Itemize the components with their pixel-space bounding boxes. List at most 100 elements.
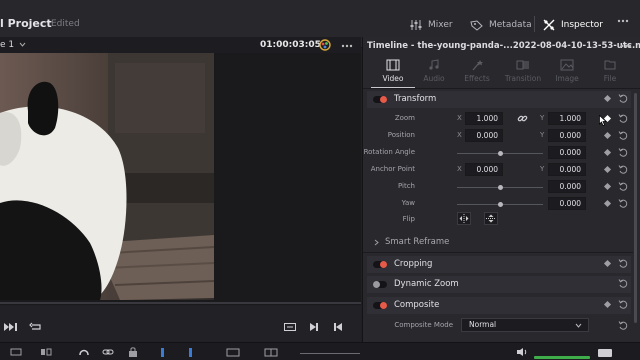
slider-thumb[interactable] [498,202,503,207]
reset-icon[interactable] [618,147,629,158]
timecode: 01:00:03:05 [260,40,321,50]
previous-frame-icon[interactable] [333,322,343,332]
keyframe-icon[interactable] [603,259,612,268]
edited-status: Edited [51,19,80,29]
transition-icon [516,60,529,70]
yaw-label: Yaw [401,199,415,207]
flag-icon[interactable] [160,347,170,357]
tab-label: Video [382,74,404,83]
tag-icon [470,19,483,31]
play-forward-icon[interactable] [4,322,18,332]
reset-icon[interactable] [618,93,629,104]
metadata-button[interactable]: Metadata [470,16,532,34]
marker-icon[interactable] [188,347,198,357]
composite-mode-row: Composite Mode Normal [367,318,631,334]
playhead-scrubber[interactable] [0,302,361,304]
lock-icon[interactable] [128,347,138,357]
speaker-icon[interactable] [516,347,528,357]
rotation-label: Rotation Angle [363,148,415,156]
reset-icon[interactable] [618,181,629,192]
zoom-y-field[interactable]: 1.000 [548,112,586,125]
view-options-icon[interactable] [264,347,278,357]
meter-toggle[interactable] [598,349,612,357]
composite-enable-toggle[interactable] [373,302,387,309]
selection-icon[interactable] [10,347,22,357]
mixer-button[interactable]: Mixer [410,16,453,34]
next-frame-icon[interactable] [309,322,319,332]
yaw-field[interactable]: 0.000 [548,197,586,210]
view-icon[interactable] [226,347,240,357]
reset-icon[interactable] [618,164,629,175]
cropping-enable-toggle[interactable] [373,261,387,268]
tab-image[interactable]: Image [545,57,589,87]
inspector-button[interactable]: Inspector [543,16,603,34]
flip-horizontal-icon [459,214,469,223]
keyframe-icon[interactable] [603,165,612,174]
reset-icon[interactable] [618,130,629,141]
anchor-x-field[interactable]: 0.000 [465,163,503,176]
axis-x-label: X [457,165,462,173]
reset-icon[interactable] [618,299,629,310]
keyframe-icon[interactable] [603,131,612,140]
transform-enable-toggle[interactable] [373,96,387,103]
reset-icon[interactable] [618,278,629,289]
reset-icon[interactable] [618,320,629,331]
keyframe-icon[interactable] [603,199,612,208]
rotation-row: Rotation Angle 0.000 [363,145,631,161]
video-viewer[interactable] [0,53,361,305]
more-options-icon[interactable] [620,44,632,48]
keyframe-icon[interactable] [603,94,612,103]
position-x-field[interactable]: 0.000 [465,129,503,142]
slider-thumb[interactable] [498,185,503,190]
section-title: Composite [394,300,440,310]
rotation-slider[interactable] [457,151,543,156]
inspector-panel: Timeline - the-young-panda-...2022-08-04… [362,37,640,360]
reset-icon[interactable] [618,258,629,269]
composite-section-header[interactable]: Composite [367,297,631,314]
match-frame-icon[interactable] [283,322,297,332]
zoom-slider[interactable] [300,353,360,354]
dynamic-zoom-enable-toggle[interactable] [373,281,387,288]
anchor-y-field[interactable]: 0.000 [548,163,586,176]
reset-icon[interactable] [618,113,629,124]
flip-vertical-icon [486,214,496,223]
chevron-right-icon [374,239,379,246]
inspector-scrollbar[interactable] [634,93,637,323]
loop-icon[interactable] [29,322,43,332]
flip-vertical-button[interactable] [484,212,498,225]
pitch-field[interactable]: 0.000 [548,180,586,193]
tab-transition[interactable]: Transition [501,57,545,87]
tab-video[interactable]: Video [371,57,415,87]
keyframe-icon[interactable] [603,148,612,157]
rotation-field[interactable]: 0.000 [548,146,586,159]
transform-section-header[interactable]: Transform [367,91,631,108]
dynamic-zoom-section-header[interactable]: Dynamic Zoom [367,276,631,293]
position-y-field[interactable]: 0.000 [548,129,586,142]
composite-mode-select[interactable]: Normal [461,318,589,332]
tab-audio[interactable]: Audio [412,57,456,87]
chevron-down-icon [575,323,582,328]
keyframe-icon[interactable] [603,182,612,191]
video-frame [0,53,214,300]
link-icon[interactable] [517,113,528,124]
tab-effects[interactable]: Effects [455,57,499,87]
more-options-icon[interactable] [617,19,629,23]
snapping-icon[interactable] [78,347,90,357]
zoom-x-field[interactable]: 1.000 [465,112,503,125]
cropping-section-header[interactable]: Cropping [367,256,631,273]
color-wheel-icon[interactable] [319,39,331,51]
more-options-icon[interactable] [341,44,353,48]
smart-reframe-section-header[interactable]: Smart Reframe [367,234,631,251]
mixer-label: Mixer [428,20,453,30]
flip-horizontal-button[interactable] [457,212,471,225]
reset-icon[interactable] [618,198,629,209]
yaw-slider[interactable] [457,202,543,207]
tab-file[interactable]: File [588,57,632,87]
timeline-selector[interactable]: e 1 [0,40,26,50]
divider [363,252,633,253]
pitch-slider[interactable] [457,185,543,190]
link-icon[interactable] [102,347,114,357]
keyframe-icon[interactable] [603,300,612,309]
trim-icon[interactable] [40,347,52,357]
slider-thumb[interactable] [498,151,503,156]
